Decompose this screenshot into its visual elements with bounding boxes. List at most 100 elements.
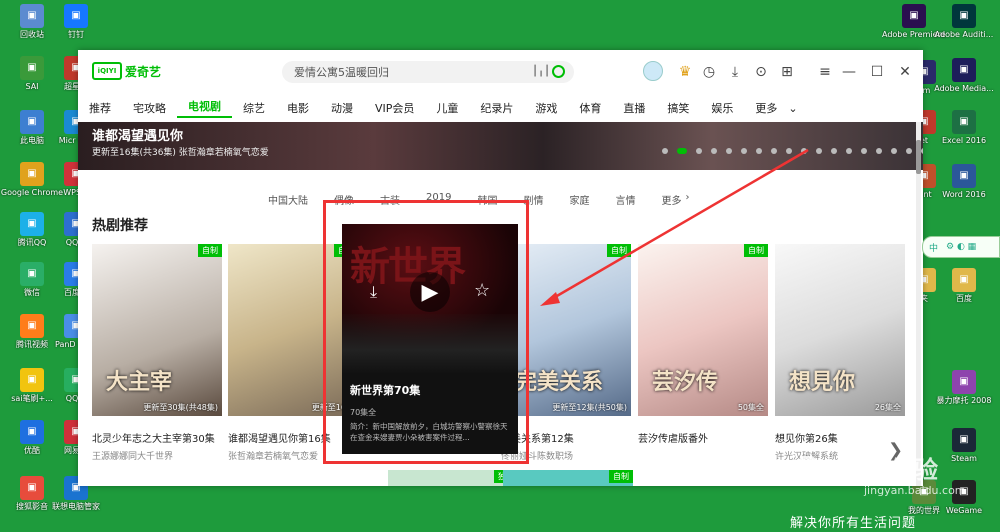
filter-chip[interactable]: 韩国: [477, 192, 497, 207]
drama-card[interactable]: 芸汐传 自制 50集全芸汐传虐版番外: [638, 244, 768, 449]
nav-tab[interactable]: 娱乐: [700, 100, 744, 116]
hover-preview-card[interactable]: 新世界 ⤓ ▶ ☆ 新世界第70集 70集全 简介：新中国解放前夕，白城坊警察小…: [342, 224, 518, 454]
nav-tab[interactable]: 儿童: [425, 100, 469, 116]
banner-dot[interactable]: [711, 148, 717, 154]
baidu-watermark: Bai 经验 jingyan.baidu.com 解决你所有生活问题: [790, 450, 1000, 532]
scrollbar-thumb[interactable]: [916, 140, 921, 174]
nav-tab[interactable]: 体育: [568, 100, 612, 116]
ime-tools-icon[interactable]: ⚙ ◐ ▦: [946, 242, 976, 252]
desktop-shortcut[interactable]: ▣ Adobe Media...: [932, 58, 996, 94]
banner-dot[interactable]: [756, 148, 762, 154]
nav-tab[interactable]: 电视剧: [177, 98, 232, 118]
banner-dot[interactable]: [831, 148, 837, 154]
filter-chip[interactable]: 剧情: [523, 192, 543, 207]
row2-card-3[interactable]: 自制: [503, 470, 633, 486]
poster-image[interactable]: 芸汐传 自制 50集全: [638, 244, 768, 416]
banner-dot[interactable]: [921, 148, 923, 154]
filter-chip[interactable]: 2019: [426, 192, 451, 207]
poster-image[interactable]: 大主宰 自制 更新至30集(共48集): [92, 244, 222, 416]
chevron-right-icon[interactable]: ›: [685, 192, 689, 207]
nav-tab[interactable]: 更多: [744, 100, 788, 116]
poster-image[interactable]: 自制更新至16集: [228, 244, 358, 416]
drama-card[interactable]: 大主宰 自制 更新至30集(共48集) 北灵少年志之大主宰第30集 王源娜娜同大千世界: [92, 244, 222, 462]
banner-dot[interactable]: [771, 148, 777, 154]
card-title[interactable]: 想见你第26集: [775, 430, 905, 445]
apps-grid-icon[interactable]: ⊞: [776, 62, 798, 82]
poster-image[interactable]: 想見你 26集全: [775, 244, 905, 416]
iqiyi-logo[interactable]: iQIYI 爱奇艺: [92, 62, 161, 80]
download-icon[interactable]: ⤓: [724, 62, 746, 82]
banner-dot[interactable]: [786, 148, 792, 154]
app-icon: ▣: [64, 4, 88, 28]
avatar[interactable]: [643, 61, 663, 81]
card-title[interactable]: 谁都渴望遇见你第16集: [228, 430, 358, 445]
menu-icon[interactable]: ≡: [814, 62, 836, 82]
banner-dot[interactable]: [801, 148, 807, 154]
banner-dot[interactable]: [696, 148, 702, 154]
poster-image[interactable]: 完美关系 自制 更新至12集(共50集): [501, 244, 631, 416]
drama-card[interactable]: 自制更新至16集谁都渴望遇见你第16集张哲瀚章若楠氧气恋爱: [228, 244, 358, 462]
nav-tab[interactable]: 宅攻略: [122, 100, 177, 116]
banner-dot[interactable]: [891, 148, 897, 154]
logo-text: 爱奇艺: [125, 64, 162, 79]
nav-tab[interactable]: 电影: [276, 100, 320, 116]
row2-card-2[interactable]: 独播: [388, 470, 518, 486]
banner-dot[interactable]: [876, 148, 882, 154]
episode-status: 更新至30集(共48集): [143, 403, 218, 412]
desktop-shortcut[interactable]: ▣ Word 2016: [932, 164, 996, 200]
chevron-down-icon[interactable]: ⌄: [788, 102, 797, 115]
desktop-shortcut[interactable]: ▣ Excel 2016: [932, 110, 996, 146]
drama-card[interactable]: 想見你 26集全 想见你第26集 许光汉破解系统: [775, 244, 905, 462]
filter-chip[interactable]: 家庭: [569, 192, 589, 207]
nav-tab[interactable]: VIP会员: [364, 100, 425, 116]
desktop-shortcut[interactable]: ▣ 百度: [932, 268, 996, 304]
banner-dot[interactable]: [726, 148, 732, 154]
card-title[interactable]: 北灵少年志之大主宰第30集: [92, 430, 222, 445]
desktop-shortcut[interactable]: ▣ Adobe Auditi...: [932, 4, 996, 40]
banner-dot[interactable]: [816, 148, 822, 154]
history-icon[interactable]: ◷: [698, 62, 720, 82]
trending-icon[interactable]: ┃╻┃: [532, 66, 550, 77]
nav-tab[interactable]: 推荐: [78, 100, 122, 116]
episode-status: 50集全: [737, 403, 764, 412]
vip-crown-icon[interactable]: ♛: [674, 62, 696, 82]
banner-dot[interactable]: [662, 148, 668, 154]
search-icon[interactable]: [552, 65, 565, 78]
app-icon: ▣: [952, 58, 976, 82]
play-record-icon[interactable]: ⊙: [750, 62, 772, 82]
ime-toolbar[interactable]: 中 ⚙ ◐ ▦: [922, 236, 1000, 258]
nav-tab[interactable]: 搞笑: [656, 100, 700, 116]
filter-chip[interactable]: 中国大陆: [268, 192, 308, 207]
card-title[interactable]: 芸汐传虐版番外: [638, 430, 768, 445]
download-icon[interactable]: ⤓: [370, 282, 377, 302]
nav-tab[interactable]: 游戏: [524, 100, 568, 116]
hero-banner[interactable]: 谁都渴望遇见你 更新至16集(共36集) 张哲瀚章若楠氧气恋爱: [78, 122, 923, 170]
close-icon[interactable]: ✕: [894, 62, 916, 82]
banner-dot[interactable]: [861, 148, 867, 154]
play-icon[interactable]: ▶: [410, 272, 450, 312]
filter-chip[interactable]: 古装: [380, 192, 400, 207]
app-icon: ▣: [952, 4, 976, 28]
desktop-shortcut[interactable]: ▣ 钉钉: [44, 4, 108, 40]
minimize-icon[interactable]: —: [838, 62, 860, 82]
maximize-icon[interactable]: ☐: [866, 62, 888, 82]
drama-card[interactable]: 完美关系 自制 更新至12集(共50集) 完美关系第12集 佟丽娅斗陈数职场: [501, 244, 631, 462]
filter-chip[interactable]: 更多: [661, 192, 681, 207]
banner-dot[interactable]: [906, 148, 912, 154]
scrollbar[interactable]: [916, 122, 921, 486]
banner-dot[interactable]: [846, 148, 852, 154]
nav-tab[interactable]: 纪录片: [469, 100, 524, 116]
watermark-brand2: 经验: [890, 456, 938, 484]
filter-chip[interactable]: 偶像: [334, 192, 354, 207]
row2-card-1[interactable]: [153, 470, 283, 486]
nav-tab[interactable]: 综艺: [232, 100, 276, 116]
card-title[interactable]: 完美关系第12集: [501, 430, 631, 445]
nav-tab[interactable]: 动漫: [320, 100, 364, 116]
nav-tab[interactable]: 直播: [612, 100, 656, 116]
search-input[interactable]: [282, 61, 574, 83]
filter-chip[interactable]: 言情: [615, 192, 635, 207]
favorite-star-icon[interactable]: ☆: [474, 280, 490, 301]
banner-dot[interactable]: [741, 148, 747, 154]
desktop-shortcut[interactable]: ▣ 暴力摩托 2008: [932, 370, 996, 406]
banner-dot[interactable]: [677, 148, 687, 154]
